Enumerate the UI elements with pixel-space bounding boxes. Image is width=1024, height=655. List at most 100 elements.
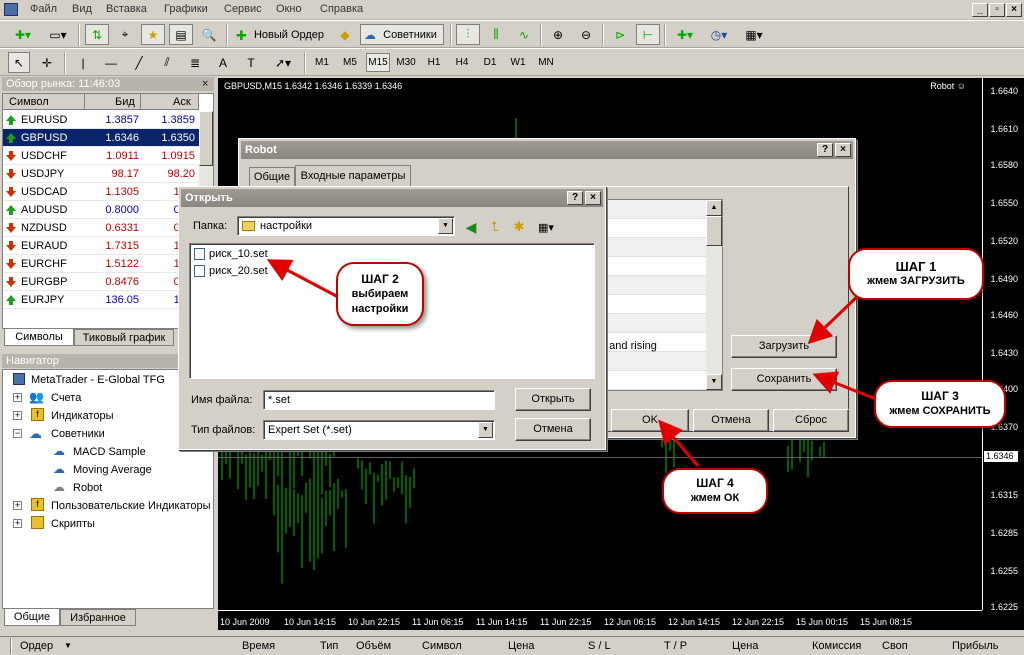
market-watch-row[interactable]: USDCAD1.13051.13	[3, 183, 199, 201]
templates-button[interactable]: ▦▾	[738, 24, 770, 45]
new-order-button[interactable]: ✚ Новый Ордер	[232, 24, 330, 45]
menu-window[interactable]: Окно	[276, 3, 302, 15]
file-item[interactable]: риск_20.set	[209, 265, 268, 277]
col-order[interactable]: Ордер	[20, 640, 53, 652]
market-watch-row[interactable]: EURUSD 1.3857 1.3859	[3, 111, 199, 129]
candles-button[interactable]: ⫼	[484, 24, 508, 45]
market-watch-row[interactable]: EURCHF1.51221.51	[3, 255, 199, 273]
market-watch-row[interactable]: EURGBP0.84760.84	[3, 273, 199, 291]
nav-scripts[interactable]: Скрипты	[51, 516, 95, 532]
ok-button[interactable]: OK	[611, 409, 689, 432]
zoom-in-button[interactable]: ⊕	[546, 24, 570, 45]
close-button[interactable]: ×	[585, 191, 601, 205]
cursor-button[interactable]: ↖	[8, 52, 30, 73]
inputs-grid[interactable]: e and rising ▲ ▼	[600, 199, 723, 391]
col-volume[interactable]: Объём	[356, 640, 391, 652]
col-sl[interactable]: S / L	[588, 640, 611, 652]
close-button[interactable]: ×	[835, 143, 851, 157]
nav-robot[interactable]: Robot	[73, 480, 102, 496]
scroll-thumb[interactable]	[706, 216, 722, 246]
grid-row[interactable]	[606, 257, 706, 276]
help-button[interactable]: ?	[567, 191, 583, 205]
menu-tools[interactable]: Сервис	[224, 3, 262, 15]
tf-mn[interactable]: MN	[534, 53, 558, 72]
nav-custom-indicators[interactable]: Пользовательские Индикаторы	[51, 498, 211, 514]
grid-row[interactable]	[606, 352, 706, 371]
chart-shift-button[interactable]: ⊢	[636, 24, 660, 45]
nav-experts[interactable]: Советники	[51, 426, 105, 442]
market-watch-row[interactable]: EURJPY136.05136.	[3, 291, 199, 309]
tf-w1[interactable]: W1	[506, 53, 530, 72]
new-folder-button[interactable]: ✱	[509, 217, 529, 237]
col-symbol[interactable]: Символ	[422, 640, 462, 652]
periods-button[interactable]: ◷▾	[704, 24, 734, 45]
tf-h1[interactable]: H1	[422, 53, 446, 72]
col-swap[interactable]: Своп	[882, 640, 908, 652]
col-commission[interactable]: Комиссия	[812, 640, 861, 652]
reset-button[interactable]: Сброс	[773, 409, 849, 432]
expand-scripts[interactable]: +	[13, 519, 22, 528]
up-folder-button[interactable]: ⮤	[485, 217, 505, 237]
market-watch-row[interactable]: GBPUSD 1.6346 1.6350	[3, 129, 199, 147]
menu-file[interactable]: Файл	[30, 3, 57, 15]
nav-accounts[interactable]: Счета	[51, 390, 81, 406]
col-price2[interactable]: Цена	[732, 640, 758, 652]
menu-view[interactable]: Вид	[72, 3, 92, 15]
tab-tick-chart[interactable]: Тиковый график	[74, 329, 174, 346]
autoscroll-button[interactable]: ⊳	[608, 24, 632, 45]
tester-toggle[interactable]: 🔍	[197, 24, 221, 45]
close-button[interactable]: ×	[1006, 3, 1022, 17]
market-watch-row[interactable]: USDJPY 98.17 98.20	[3, 165, 199, 183]
vertical-line-button[interactable]: |	[72, 52, 94, 73]
profiles-button[interactable]: ▭▾	[44, 24, 72, 45]
trendline-button[interactable]: ╱	[128, 52, 150, 73]
line-chart-button[interactable]: ∿	[512, 24, 536, 45]
load-button[interactable]: Загрузить	[731, 335, 837, 358]
grid-row[interactable]	[606, 238, 706, 257]
text-button[interactable]: A	[212, 52, 234, 73]
market-watch-row[interactable]: EURAUD1.73151.73	[3, 237, 199, 255]
tab-common[interactable]: Общие	[4, 609, 60, 626]
nav-indicators[interactable]: Индикаторы	[51, 408, 114, 424]
tf-h4[interactable]: H4	[450, 53, 474, 72]
cancel-button[interactable]: Отмена	[693, 409, 769, 432]
col-time[interactable]: Время	[242, 640, 275, 652]
menu-insert[interactable]: Вставка	[106, 3, 147, 15]
arrows-button[interactable]: ➚▾	[268, 52, 298, 73]
grid-row[interactable]	[606, 314, 706, 333]
filetype-select[interactable]: Expert Set (*.set) ▼	[263, 420, 495, 440]
tab-favorites[interactable]: Избранное	[60, 609, 136, 626]
new-chart-button[interactable]: ✚▾	[8, 24, 38, 45]
minimize-button[interactable]: _	[972, 3, 988, 17]
tab-common[interactable]: Общие	[249, 167, 295, 187]
grid-row[interactable]	[606, 276, 706, 295]
tf-d1[interactable]: D1	[478, 53, 502, 72]
menu-help[interactable]: Справка	[320, 3, 363, 15]
zoom-out-button[interactable]: ⊖	[574, 24, 598, 45]
data-window-toggle[interactable]: ⌖	[113, 24, 137, 45]
tab-inputs[interactable]: Входные параметры	[295, 165, 411, 187]
market-watch-row[interactable]: AUDUSD0.80000.80	[3, 201, 199, 219]
chevron-down-icon[interactable]: ▼	[478, 422, 493, 438]
tf-m30[interactable]: M30	[394, 53, 418, 72]
cancel-button[interactable]: Отмена	[515, 418, 591, 441]
view-menu-button[interactable]: ▦▾	[533, 217, 559, 237]
scroll-thumb[interactable]	[199, 111, 213, 166]
tab-symbols[interactable]: Символы	[4, 329, 74, 346]
restore-button[interactable]: ▫	[989, 3, 1005, 17]
terminal-toggle[interactable]: ▤	[169, 24, 193, 45]
grid-row[interactable]	[606, 295, 706, 314]
horizontal-line-button[interactable]: —	[100, 52, 122, 73]
expand-indicators[interactable]: +	[13, 411, 22, 420]
col-type[interactable]: Тип	[320, 640, 338, 652]
grid-row[interactable]	[606, 219, 706, 238]
market-watch-toggle[interactable]: ⇅	[85, 24, 109, 45]
back-button[interactable]: ◀	[461, 217, 481, 237]
tf-m15[interactable]: M15	[366, 53, 390, 72]
scroll-up-button[interactable]: ▲	[706, 200, 722, 216]
filename-input[interactable]: *.set	[263, 390, 495, 410]
indicators-button[interactable]: ✚▾	[670, 24, 700, 45]
bar-chart-button[interactable]: ⫶	[456, 24, 480, 45]
nav-root[interactable]: MetaTrader - E-Global TFG	[31, 372, 165, 388]
column-symbol[interactable]: Символ	[3, 94, 85, 110]
